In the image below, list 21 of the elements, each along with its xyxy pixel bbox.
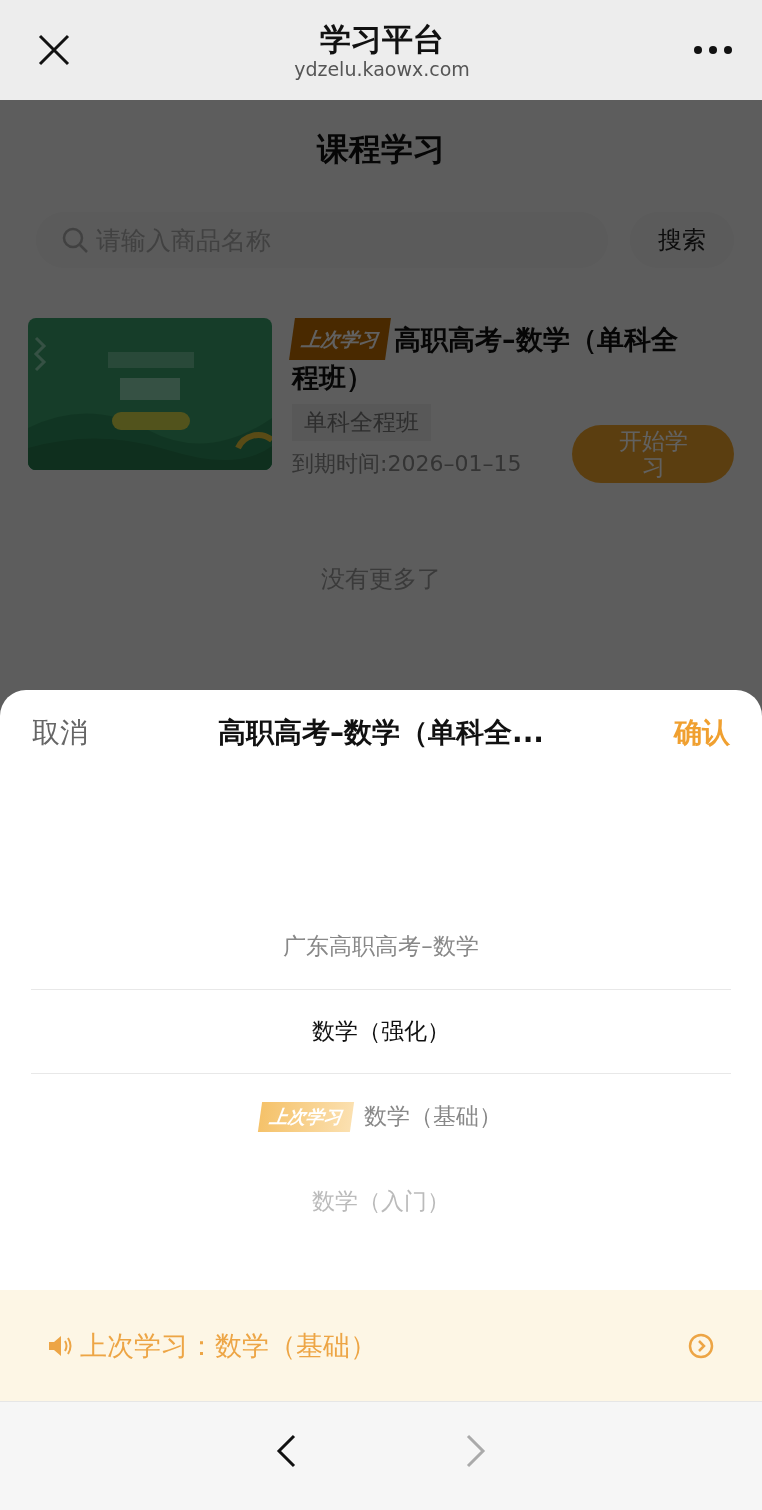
more-icon[interactable] [694, 46, 732, 54]
start-study-button[interactable]: 开始学习 [572, 425, 734, 483]
picker-option[interactable]: 数学（强化） [312, 1016, 450, 1047]
last-study-badge: 上次学习 [289, 318, 391, 360]
close-icon[interactable] [38, 34, 70, 66]
back-button[interactable] [276, 1434, 296, 1468]
cancel-button[interactable]: 取消 [32, 714, 88, 752]
picker-option[interactable]: 数学（入门） [312, 1186, 450, 1217]
last-study-badge: 上次学习 [257, 1101, 355, 1132]
sheet-title: 高职高考–数学（单科全... [218, 715, 544, 751]
picker-option[interactable]: 广东高职高考–数学 [283, 931, 479, 962]
speaker-icon [48, 1333, 74, 1358]
page-url: ydzelu.kaowx.com [294, 58, 470, 80]
picker-option[interactable]: 数学（基础） [364, 1101, 502, 1132]
page-title: 课程学习 [315, 129, 446, 170]
confirm-button[interactable]: 确认 [674, 714, 730, 752]
course-title[interactable]: 上次学习 高职高考–数学（单科全程班） [292, 318, 702, 396]
last-study-banner[interactable]: 上次学习：数学（基础） [0, 1290, 762, 1402]
window-title: 学习平台 [320, 20, 444, 58]
last-study-text: 上次学习：数学（基础） [80, 1328, 377, 1363]
search-icon [62, 227, 88, 253]
